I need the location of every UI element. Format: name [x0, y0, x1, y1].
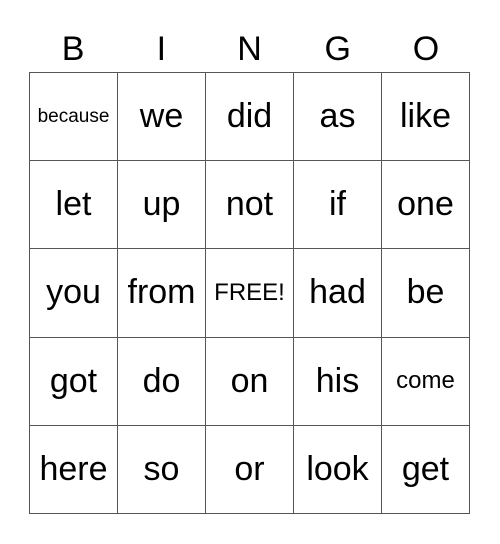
- bingo-cell[interactable]: here: [30, 425, 118, 514]
- bingo-cell[interactable]: as: [294, 73, 382, 162]
- bingo-cell[interactable]: or: [206, 425, 294, 514]
- bingo-cell[interactable]: one: [382, 161, 470, 250]
- bingo-cell[interactable]: from: [118, 249, 206, 338]
- bingo-cell[interactable]: on: [206, 337, 294, 426]
- bingo-cell[interactable]: because: [30, 73, 118, 162]
- bingo-cell[interactable]: not: [206, 161, 294, 250]
- bingo-cell[interactable]: up: [118, 161, 206, 250]
- bingo-cell[interactable]: you: [30, 249, 118, 338]
- bingo-cell[interactable]: let: [30, 161, 118, 250]
- header-letter-b: B: [61, 30, 85, 68]
- bingo-card-grid: because we did as like let up not if one you from FR…: [29, 72, 470, 514]
- bingo-cell[interactable]: had: [294, 249, 382, 338]
- bingo-cell[interactable]: we: [118, 73, 206, 162]
- header-letter-n: N: [237, 30, 262, 68]
- bingo-cell[interactable]: look: [294, 425, 382, 514]
- bingo-cell[interactable]: come: [382, 337, 470, 426]
- free-space-cell[interactable]: FREE!: [206, 249, 294, 338]
- bingo-cell[interactable]: if: [294, 161, 382, 250]
- bingo-cell[interactable]: did: [206, 73, 294, 162]
- bingo-cell[interactable]: got: [30, 337, 118, 426]
- bingo-cell[interactable]: like: [382, 73, 470, 162]
- bingo-cell[interactable]: be: [382, 249, 470, 338]
- bingo-cell[interactable]: his: [294, 337, 382, 426]
- header-letter-i: I: [156, 30, 167, 68]
- header-letter-o: O: [412, 30, 440, 68]
- bingo-header: B I N G O: [29, 26, 470, 72]
- bingo-cell[interactable]: do: [118, 337, 206, 426]
- header-letter-g: G: [324, 30, 351, 68]
- bingo-cell[interactable]: so: [118, 425, 206, 514]
- bingo-cell[interactable]: get: [382, 425, 470, 514]
